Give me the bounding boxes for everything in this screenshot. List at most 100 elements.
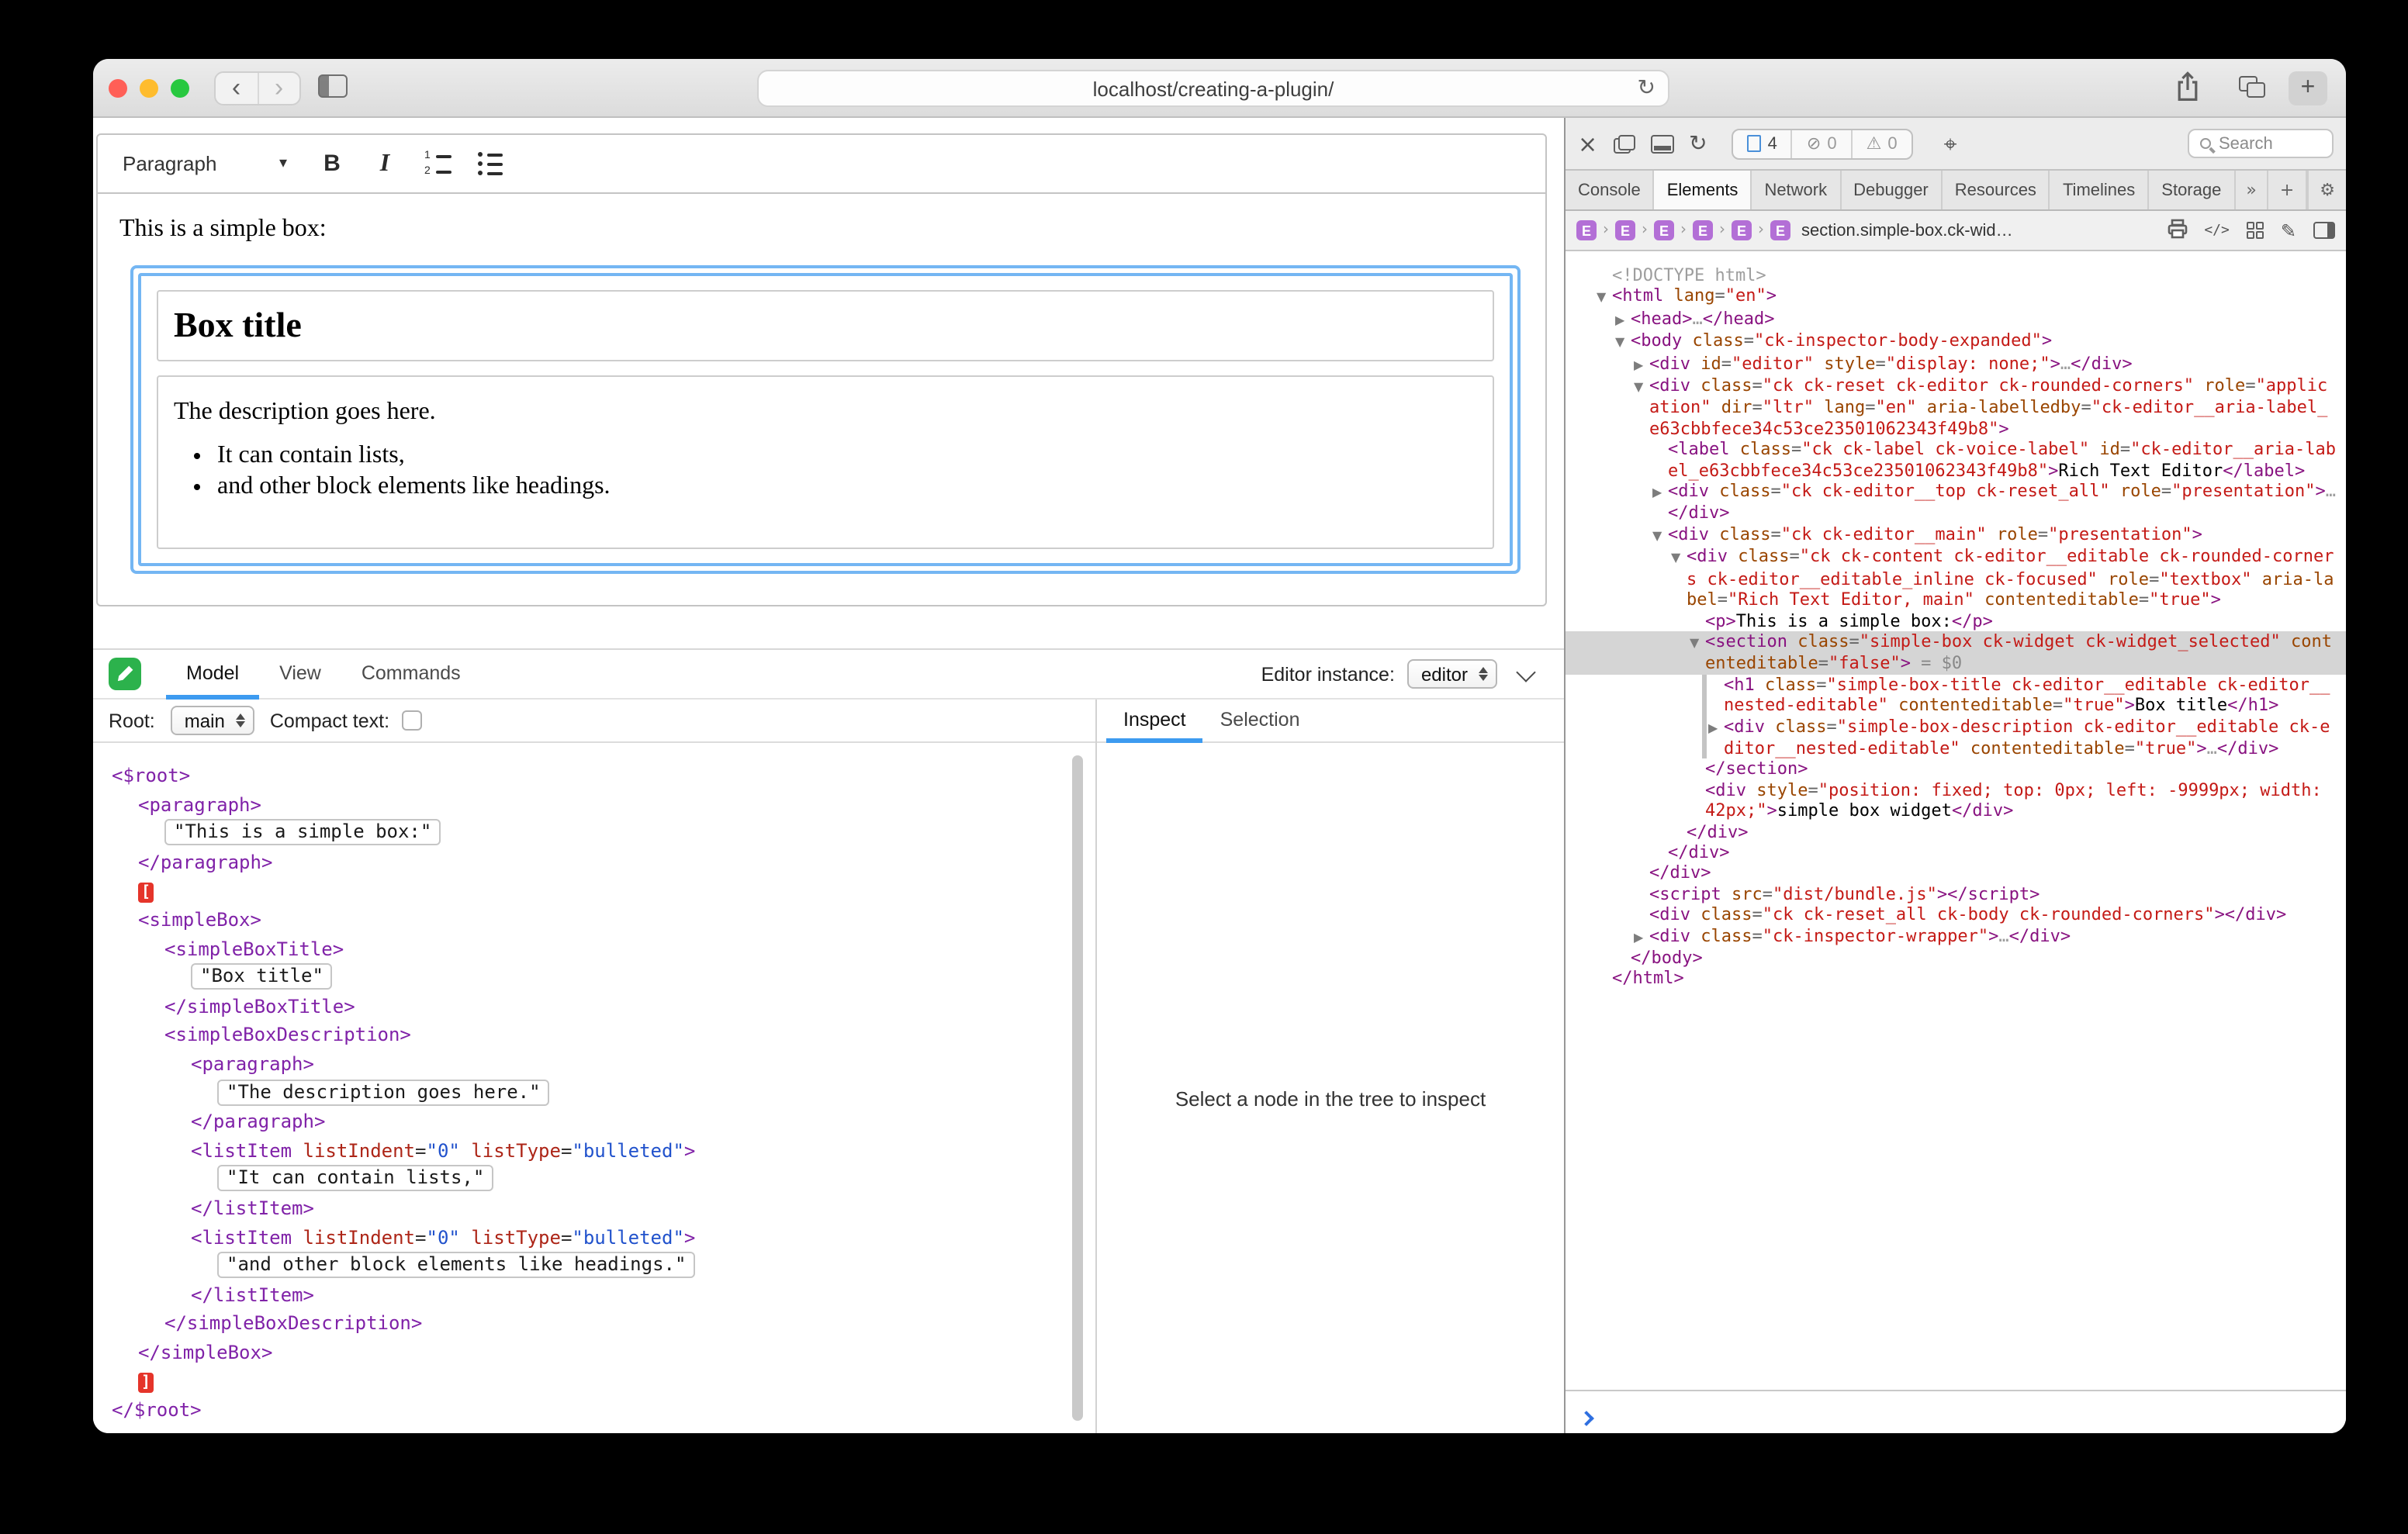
tab-timelines[interactable]: Timelines <box>2050 171 2149 209</box>
tab-elements[interactable]: Elements <box>1655 171 1752 209</box>
tab-overview-icon[interactable] <box>2239 76 2265 98</box>
share-icon[interactable] <box>2175 71 2200 110</box>
model-tree-line[interactable]: "and other block elements like headings.… <box>93 1252 1095 1280</box>
dom-tree-line[interactable]: <div style="position: fixed; top: 0px; l… <box>1566 780 2346 822</box>
paragraph[interactable]: This is a simple box: <box>119 216 1527 244</box>
model-tree-line[interactable]: <listItem listIndent="0" listType="bulle… <box>93 1223 1095 1252</box>
dom-tree-line[interactable]: ▼<section class="simple-box ck-widget ck… <box>1566 631 2346 675</box>
simple-box-widget[interactable]: Box title The description goes here. It … <box>130 265 1521 574</box>
close-window-button[interactable] <box>109 79 127 98</box>
element-badge[interactable]: E <box>1732 220 1752 240</box>
model-tree-line[interactable]: ] <box>93 1367 1095 1396</box>
reload-icon[interactable]: ↻ <box>1638 76 1656 101</box>
element-picker-icon[interactable]: ⌖ <box>1944 130 1957 157</box>
dom-tree-line[interactable]: </body> <box>1566 948 2346 969</box>
heading-dropdown[interactable]: Paragraph ▾ <box>107 142 303 185</box>
dom-tree-line[interactable]: ▼<div class="ck ck-content ck-editor__ed… <box>1566 547 2346 610</box>
editor-instance-select[interactable]: editor <box>1407 659 1497 689</box>
simple-box-description-field[interactable]: The description goes here. It can contai… <box>157 375 1494 549</box>
model-tree-line[interactable]: "This is a simple box:" <box>93 819 1095 848</box>
tab-network[interactable]: Network <box>1752 171 1841 209</box>
model-tree-scrollbar[interactable] <box>1072 755 1083 1421</box>
model-tree-line[interactable]: </listItem> <box>93 1280 1095 1309</box>
model-tree-line[interactable]: </paragraph> <box>93 1107 1095 1136</box>
layout-grid-icon[interactable] <box>2247 222 2264 239</box>
dom-tree-line[interactable]: <p>This is a simple box:</p> <box>1566 610 2346 631</box>
element-badge[interactable]: E <box>1615 220 1635 240</box>
model-tree-line[interactable]: <$root> <box>93 762 1095 790</box>
tab-commands[interactable]: Commands <box>341 649 481 699</box>
collapse-inspector-icon[interactable] <box>1516 662 1535 681</box>
dom-tree-line[interactable]: ▶<div class="ck ck-editor__top ck-reset_… <box>1566 481 2346 524</box>
zoom-window-button[interactable] <box>171 79 189 98</box>
close-inspector-icon[interactable]: × <box>1578 130 1597 157</box>
editor-content[interactable]: This is a simple box: Box title The desc… <box>98 194 1545 605</box>
model-tree-line[interactable]: <paragraph> <box>93 1050 1095 1079</box>
sidebar-toggle-button[interactable] <box>318 74 348 98</box>
element-badge[interactable]: E <box>1770 220 1790 240</box>
dom-tree-line[interactable]: ▶<div class="simple-box-description ck-e… <box>1566 716 2346 759</box>
show-source-icon[interactable]: </> <box>2204 223 2230 238</box>
tab-count-badge[interactable]: 4 <box>1734 130 1793 157</box>
model-tree-line[interactable]: "It can contain lists," <box>93 1166 1095 1194</box>
dom-tree-line[interactable]: ▼<div class="ck ck-editor__main" role="p… <box>1566 524 2346 547</box>
tab-model[interactable]: Model <box>166 649 259 699</box>
devtools-search-field[interactable]: Search <box>2188 129 2334 158</box>
dom-tree-line[interactable]: <div class="ck ck-reset_all ck-body ck-r… <box>1566 904 2346 925</box>
forward-button[interactable]: › <box>257 73 299 104</box>
tab-selection[interactable]: Selection <box>1203 699 1317 742</box>
warning-count-badge[interactable]: ⚠ 0 <box>1853 130 1912 157</box>
print-icon[interactable] <box>2167 218 2187 243</box>
dom-tree-line[interactable]: ▶<div class="ck-inspector-wrapper">…</di… <box>1566 925 2346 948</box>
numbered-list-button[interactable]: 1 2 <box>414 140 461 187</box>
element-badge[interactable]: E <box>1576 220 1597 240</box>
quick-console[interactable] <box>1566 1390 2346 1433</box>
dom-tree-line[interactable]: <script src="dist/bundle.js"></script> <box>1566 884 2346 905</box>
dom-tree-line[interactable]: ▶<head>…</head> <box>1566 309 2346 331</box>
add-tab-icon[interactable]: + <box>2269 171 2306 209</box>
simple-box-title-field[interactable]: Box title <box>157 290 1494 361</box>
dock-bottom-icon[interactable] <box>1650 134 1673 153</box>
dom-tree-line[interactable]: ▼<body class="ck-inspector-body-expanded… <box>1566 330 2346 353</box>
address-bar[interactable]: localhost/creating-a-plugin/ ↻ <box>757 70 1669 107</box>
dom-tree-line[interactable]: </div> <box>1566 821 2346 842</box>
new-tab-button[interactable]: + <box>2289 71 2327 105</box>
issue-count-badge[interactable]: ⊘ 0 <box>1793 130 1853 157</box>
tab-storage[interactable]: Storage <box>2149 171 2235 209</box>
model-tree-line[interactable]: "The description goes here." <box>93 1079 1095 1107</box>
dom-tree-line[interactable]: ▼<html lang="en"> <box>1566 286 2346 309</box>
tab-inspect[interactable]: Inspect <box>1106 699 1203 742</box>
element-badge[interactable]: E <box>1654 220 1674 240</box>
model-tree-line[interactable]: <listItem listIndent="0" listType="bulle… <box>93 1136 1095 1165</box>
more-tabs-icon[interactable]: » <box>2235 171 2268 209</box>
minimize-window-button[interactable] <box>140 79 158 98</box>
dom-tree-line[interactable]: <!DOCTYPE html> <box>1566 265 2346 286</box>
dom-tree-line[interactable]: </div> <box>1566 863 2346 884</box>
dom-tree-line[interactable]: ▼<div class="ck ck-reset ck-editor ck-ro… <box>1566 375 2346 439</box>
dom-tree-line[interactable]: </div> <box>1566 842 2346 863</box>
compact-text-checkbox[interactable] <box>402 710 422 731</box>
dom-tree-line[interactable]: ▶<div id="editor" style="display: none;"… <box>1566 353 2346 375</box>
bulleted-list-button[interactable] <box>467 140 514 187</box>
element-badge[interactable]: E <box>1693 220 1713 240</box>
dom-tree-line[interactable]: </section> <box>1566 759 2346 780</box>
tab-console[interactable]: Console <box>1566 171 1655 209</box>
model-tree-line[interactable]: </paragraph> <box>93 848 1095 877</box>
model-tree-line[interactable]: </simpleBoxTitle> <box>93 993 1095 1021</box>
details-sidebar-icon[interactable] <box>2313 222 2335 239</box>
model-tree-line[interactable]: <paragraph> <box>93 790 1095 819</box>
breadcrumb-current-node[interactable]: section.simple-box.ck-wid… <box>1801 221 2013 240</box>
dom-tree-line[interactable]: </html> <box>1566 969 2346 990</box>
tab-debugger[interactable]: Debugger <box>1841 171 1943 209</box>
edit-icon[interactable]: ✎ <box>2281 219 2296 241</box>
tab-resources[interactable]: Resources <box>1943 171 2050 209</box>
dom-tree-line[interactable]: <h1 class="simple-box-title ck-editor__e… <box>1566 674 2346 716</box>
model-tree-line[interactable]: <simpleBoxDescription> <box>93 1021 1095 1050</box>
back-button[interactable]: ‹ <box>216 73 257 104</box>
settings-gear-icon[interactable]: ⚙ <box>2307 171 2346 209</box>
model-tree-line[interactable]: </simpleBoxDescription> <box>93 1310 1095 1339</box>
model-tree-line[interactable]: </$root> <box>93 1396 1095 1425</box>
root-select[interactable]: main <box>171 706 254 735</box>
tab-view[interactable]: View <box>259 649 341 699</box>
model-tree-line[interactable]: [ <box>93 877 1095 906</box>
